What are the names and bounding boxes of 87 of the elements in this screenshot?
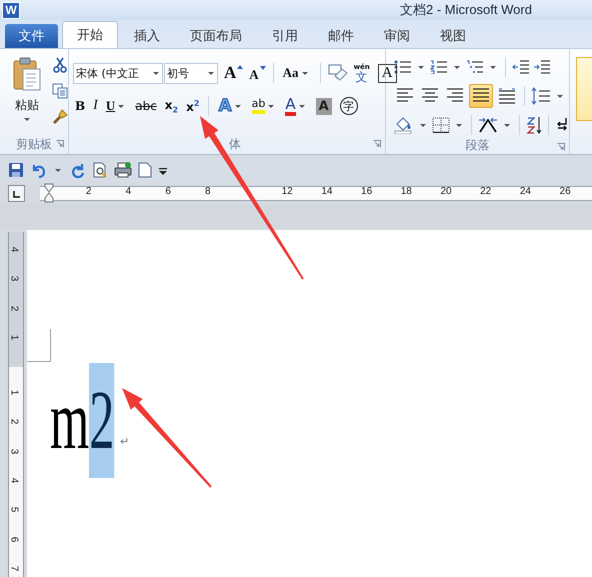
crop-mark — [27, 329, 51, 362]
shrink-font-button[interactable]: A — [247, 62, 266, 84]
ruler-number: 1 — [8, 390, 20, 396]
file-menu-tab[interactable]: 文件 — [5, 24, 58, 48]
line-spacing-icon[interactable] — [531, 87, 551, 105]
bullet-list-icon[interactable] — [394, 60, 412, 74]
document-text: m — [50, 373, 90, 469]
ribbon-tab[interactable]: 邮件 — [314, 24, 368, 48]
decrease-indent-icon[interactable] — [512, 60, 530, 74]
asian-layout-icon[interactable] — [478, 117, 498, 133]
clear-formatting-icon[interactable] — [328, 64, 348, 82]
tab-selector-icon[interactable] — [8, 184, 25, 202]
bold-button[interactable]: B — [73, 95, 88, 117]
multilevel-list-icon[interactable] — [466, 60, 484, 74]
strikethrough-button[interactable]: abc — [133, 95, 159, 117]
ruler-number: 26 — [560, 186, 571, 196]
character-shading-button[interactable]: A — [314, 95, 334, 117]
ruler-number: 20 — [440, 186, 452, 196]
border-icon[interactable] — [432, 117, 450, 133]
grow-font-button[interactable]: A — [222, 62, 244, 84]
italic-button[interactable]: I — [91, 95, 100, 117]
ribbon-tab[interactable]: 引用 — [258, 24, 312, 48]
ruler-number: 4 — [8, 478, 20, 484]
ruler-number: 1 — [8, 334, 20, 340]
ruler-number: 7 — [8, 566, 20, 572]
ribbon-tab[interactable]: 插入 — [120, 24, 174, 48]
copy-icon[interactable] — [52, 83, 68, 99]
dialog-launcher-icon[interactable] — [557, 143, 565, 151]
undo-icon[interactable] — [30, 162, 46, 178]
ruler-number: 8 — [205, 186, 211, 196]
ruler-number: 16 — [361, 186, 372, 196]
paste-button[interactable]: 粘贴 — [10, 49, 44, 134]
ruler-number: 6 — [8, 536, 20, 542]
change-case-button[interactable]: Aa — [280, 62, 313, 84]
ruler-number: 6 — [165, 186, 171, 196]
paragraph-mark: ↵ — [120, 435, 130, 448]
save-icon[interactable] — [8, 162, 24, 178]
paintbrush-icon[interactable] — [52, 109, 68, 125]
printer-icon[interactable] — [114, 162, 132, 178]
app-icon: W — [2, 2, 20, 18]
indent-marker-icon[interactable] — [44, 182, 54, 202]
ruler-number: 12 — [282, 186, 293, 196]
ribbon-tab[interactable]: 页面布局 — [176, 24, 256, 48]
paint-bucket-icon[interactable] — [394, 116, 414, 134]
dialog-launcher-icon[interactable] — [56, 140, 64, 148]
paste-clipboard-icon — [12, 57, 42, 91]
font-name-field[interactable]: 宋体 (中文正 — [73, 62, 163, 84]
font-color-button[interactable]: A — [283, 95, 310, 117]
superscript-button[interactable]: x$^{2}$ — [184, 95, 202, 117]
scissors-icon[interactable] — [52, 57, 68, 73]
group-label: 段落 — [466, 137, 490, 154]
horizontal-ruler[interactable]: 2 4 6 8 12 14 16 18 20 22 24 26 — [40, 186, 592, 200]
dialog-launcher-icon[interactable] — [373, 140, 381, 148]
group-label: 剪贴板 — [16, 136, 52, 152]
show-marks-icon[interactable] — [555, 117, 569, 133]
ruler-number: 5 — [8, 506, 20, 512]
new-document-icon[interactable] — [138, 162, 152, 178]
ruler-number: 24 — [520, 186, 531, 196]
ribbon-tab[interactable]: 开始 — [62, 21, 118, 48]
character-border-button[interactable]: A — [376, 62, 399, 84]
justify-icon[interactable] — [469, 84, 493, 108]
ruler-number: 18 — [400, 186, 412, 196]
vertical-ruler[interactable]: 4 3 2 1 1 2 3 4 5 6 7 — [8, 232, 24, 577]
ribbon-tab[interactable]: 审阅 — [370, 24, 424, 48]
ruler-number: 3 — [8, 276, 20, 282]
print-preview-icon[interactable] — [92, 162, 108, 178]
ruler-number: 4 — [8, 246, 20, 252]
ruler-number: 3 — [8, 448, 20, 454]
ruler-number: 2 — [8, 419, 20, 425]
ruler-number: 4 — [126, 186, 132, 196]
font-size-field[interactable]: 初号 — [164, 62, 218, 84]
subscript-button[interactable]: x$_{2}$ — [162, 95, 180, 117]
increase-indent-icon[interactable] — [533, 60, 551, 74]
ribbon-tab[interactable]: 视图 — [426, 24, 480, 48]
highlight-button[interactable]: ab — [250, 95, 280, 117]
numbered-list-icon[interactable] — [430, 60, 448, 74]
window-title: 文档2 - Microsoft Word — [400, 1, 532, 19]
selected-text: 2 — [89, 363, 114, 478]
ruler-number: 22 — [480, 186, 492, 196]
underline-button[interactable]: U — [104, 95, 130, 117]
sort-icon[interactable] — [526, 116, 542, 134]
enclose-character-button[interactable]: 字 — [338, 95, 360, 117]
ruler-number: 14 — [321, 186, 332, 196]
group-label: 体 — [228, 136, 241, 152]
redo-icon[interactable] — [70, 162, 86, 178]
ruler-number: 2 — [8, 305, 20, 311]
ruler-number: 2 — [86, 186, 92, 196]
